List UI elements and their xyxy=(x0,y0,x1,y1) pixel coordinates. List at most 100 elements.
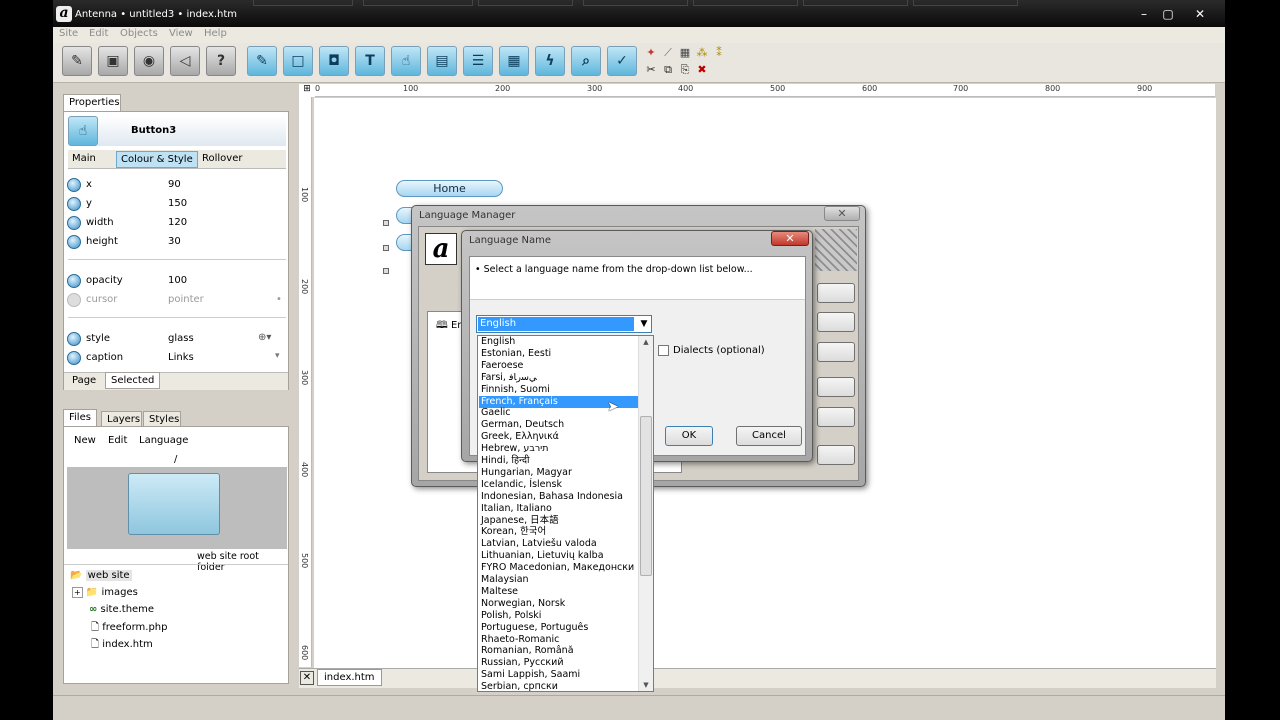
preview-globe-icon[interactable]: ◉ xyxy=(134,46,164,76)
prop-width[interactable]: width 120 xyxy=(64,214,286,233)
scroll-down-icon[interactable]: ▼ xyxy=(639,679,653,691)
language-option[interactable]: Finnish, Suomi xyxy=(479,384,638,396)
menu-edit[interactable]: Edit xyxy=(89,28,108,39)
distribute-icon[interactable]: ⁑ xyxy=(713,47,725,59)
menu-site[interactable]: Site xyxy=(59,28,78,39)
files-menu-new[interactable]: New xyxy=(74,435,96,446)
ruler-icon[interactable]: ⟋ xyxy=(662,47,674,59)
tab-colour-style[interactable]: Colour & Style xyxy=(116,151,198,168)
button-tool-icon[interactable]: ☝ xyxy=(391,46,421,76)
chevron-down-icon[interactable]: ▾ xyxy=(275,351,280,361)
menu-objects[interactable]: Objects xyxy=(120,28,158,39)
language-option[interactable]: Malaysian xyxy=(479,574,638,586)
selection-handle[interactable] xyxy=(383,268,389,274)
cut-icon[interactable]: ✂ xyxy=(645,64,657,76)
language-option[interactable]: Latvian, Latviešu valoda xyxy=(479,538,638,550)
language-option[interactable]: Polish, Polski xyxy=(479,610,638,622)
close-icon[interactable]: ✕ xyxy=(771,231,809,246)
dropdown-scrollbar[interactable]: ▲ ▼ xyxy=(638,336,653,691)
text-tool-icon[interactable]: T xyxy=(355,46,385,76)
menu-view[interactable]: View xyxy=(169,28,193,39)
language-option[interactable]: FYRO Macedonian, Македонски xyxy=(479,562,638,574)
magic-wand-icon[interactable]: ✦ xyxy=(645,47,657,59)
language-option[interactable]: Sami Lappish, Saami xyxy=(479,669,638,681)
lm-button-1[interactable] xyxy=(817,283,855,303)
frame-tool-icon[interactable]: □ xyxy=(283,46,313,76)
chevron-down-icon[interactable]: ▼ xyxy=(637,317,651,331)
close-window-button[interactable]: ✕ xyxy=(1189,7,1211,21)
language-option[interactable]: Serbian, српски xyxy=(479,681,638,691)
back-icon[interactable]: ◁ xyxy=(170,46,200,76)
tab-files[interactable]: Files xyxy=(63,409,97,427)
language-option[interactable]: German, Deutsch xyxy=(479,419,638,431)
folder-icon[interactable] xyxy=(128,473,220,535)
language-option[interactable]: Rhaeto-Romanic xyxy=(479,634,638,646)
lm-button-3[interactable] xyxy=(817,342,855,362)
paste-icon[interactable]: ⎘ xyxy=(679,64,691,76)
language-option[interactable]: Icelandic, Íslensk xyxy=(479,479,638,491)
close-document-icon[interactable]: ✕ xyxy=(300,671,314,685)
scrollbar-thumb[interactable] xyxy=(640,416,652,576)
language-option[interactable]: Indonesian, Bahasa Indonesia xyxy=(479,491,638,503)
language-option[interactable]: Korean, 한국어 xyxy=(479,526,638,538)
language-option[interactable]: Russian, Русский xyxy=(479,657,638,669)
language-option[interactable]: Estonian, Eesti xyxy=(479,348,638,360)
tree-item-images[interactable]: + 📁 images xyxy=(72,587,138,603)
language-option[interactable]: Faeroese xyxy=(479,360,638,372)
help-icon[interactable]: ? xyxy=(206,46,236,76)
language-option[interactable]: Japanese, 日本語 xyxy=(479,515,638,527)
prop-style[interactable]: style glass ⊕▾ xyxy=(64,330,286,349)
form-tool-icon[interactable]: ✓ xyxy=(607,46,637,76)
menu-help[interactable]: Help xyxy=(204,28,227,39)
close-icon[interactable]: ✕ xyxy=(824,206,860,221)
window-tool-icon[interactable]: ▤ xyxy=(427,46,457,76)
language-option[interactable]: Italian, Italiano xyxy=(479,503,638,515)
language-option[interactable]: Lithuanian, Lietuvių kalba xyxy=(479,550,638,562)
prop-caption[interactable]: caption Links ▾ xyxy=(64,349,286,368)
align-icon[interactable]: ⁂ xyxy=(696,47,708,59)
lm-button-6[interactable] xyxy=(817,445,855,465)
scroll-up-icon[interactable]: ▲ xyxy=(639,336,653,348)
tab-index-htm[interactable]: index.htm xyxy=(317,669,382,686)
grid-icon[interactable]: ▦ xyxy=(679,47,691,59)
style-picker-icon[interactable]: ⊕▾ xyxy=(258,332,271,343)
prop-y[interactable]: y 150 xyxy=(64,195,286,214)
prop-x[interactable]: x 90 xyxy=(64,176,286,195)
prop-opacity[interactable]: opacity 100 xyxy=(64,272,286,291)
copy-icon[interactable]: ⧉ xyxy=(662,64,674,76)
tab-rollover[interactable]: Rollover xyxy=(202,153,242,164)
prop-height[interactable]: height 30 xyxy=(64,233,286,252)
files-menu-language[interactable]: Language xyxy=(139,435,188,446)
nav-home-button[interactable]: Home xyxy=(396,180,503,197)
ruler-corner-icon[interactable]: ⊞ xyxy=(299,84,315,97)
tab-main[interactable]: Main xyxy=(72,153,96,164)
dialects-checkbox[interactable] xyxy=(658,345,669,356)
language-option[interactable]: Maltese xyxy=(479,586,638,598)
search-tool-icon[interactable]: ⌕ xyxy=(571,46,601,76)
cancel-button[interactable]: Cancel xyxy=(736,426,802,446)
tree-item-index-htm[interactable]: 🗋 index.htm xyxy=(91,637,153,653)
tab-properties[interactable]: Properties xyxy=(63,94,121,112)
publish-icon[interactable]: ✎ xyxy=(62,46,92,76)
selection-handle[interactable] xyxy=(383,245,389,251)
image-tool-icon[interactable]: ◘ xyxy=(319,46,349,76)
save-icon[interactable]: ▣ xyxy=(98,46,128,76)
flash-tool-icon[interactable]: ϟ xyxy=(535,46,565,76)
pencil-tool-icon[interactable]: ✎ xyxy=(247,46,277,76)
language-select[interactable]: English ▼ xyxy=(476,315,652,333)
maximize-button[interactable]: ▢ xyxy=(1157,7,1179,21)
delete-icon[interactable]: ✖ xyxy=(696,64,708,76)
tree-item-web-site[interactable]: 📂 web site xyxy=(70,570,132,586)
lm-button-4[interactable] xyxy=(817,377,855,397)
language-dropdown-list[interactable]: English Estonian, Eesti Faeroese Farsi, ﻲﺳﺭ… xyxy=(477,335,654,692)
language-option[interactable]: Hebrew, תירבע xyxy=(479,443,638,455)
language-option[interactable]: Greek, Ελληνικά xyxy=(479,431,638,443)
lm-button-2[interactable] xyxy=(817,312,855,332)
language-option[interactable]: Romanian, Română xyxy=(479,645,638,657)
tab-page[interactable]: Page xyxy=(72,375,96,386)
language-option[interactable]: Portuguese, Português xyxy=(479,622,638,634)
language-option[interactable]: English xyxy=(479,336,638,348)
language-option[interactable]: Hungarian, Magyar xyxy=(479,467,638,479)
ok-button[interactable]: OK xyxy=(665,426,713,446)
lm-button-5[interactable] xyxy=(817,407,855,427)
